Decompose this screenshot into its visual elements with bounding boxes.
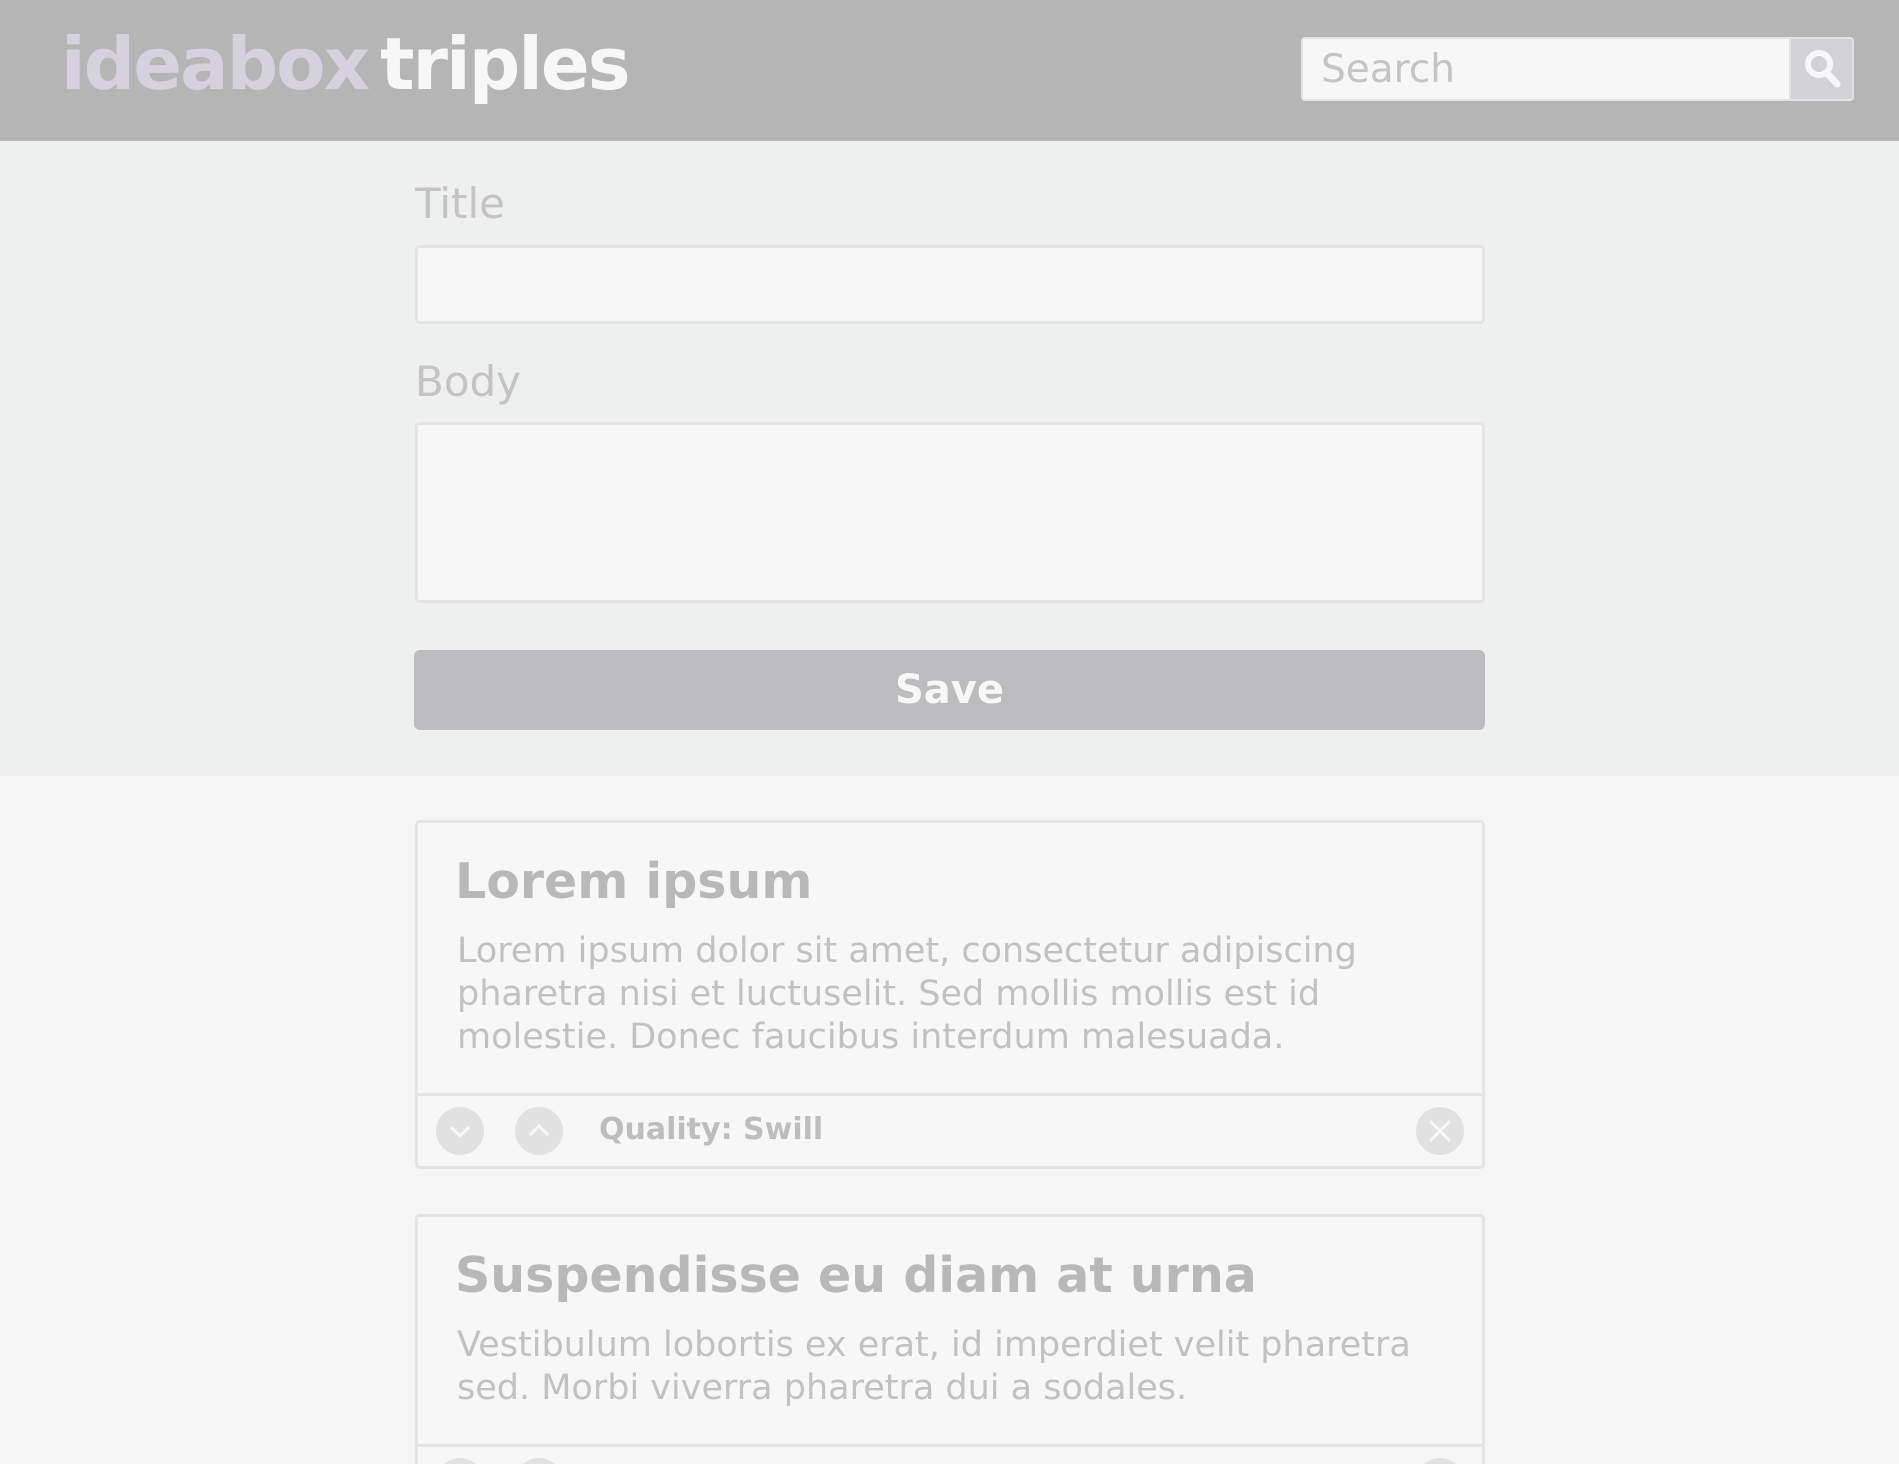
title-input[interactable] (415, 245, 1485, 324)
idea-body[interactable]: Lorem ipsum dolor sit amet, consectetur … (457, 930, 1467, 1059)
close-icon (1428, 1119, 1452, 1143)
search-icon (1805, 50, 1841, 88)
app-header: ideabox triples (0, 0, 1899, 141)
body-textarea[interactable] (415, 422, 1485, 603)
upvote-button[interactable] (515, 1107, 563, 1155)
chevron-up-icon (528, 1123, 550, 1137)
save-button[interactable]: Save (414, 650, 1485, 730)
upvote-button[interactable] (515, 1458, 563, 1464)
downvote-button[interactable] (436, 1458, 484, 1464)
search-box (1301, 37, 1854, 101)
logo-ideabox: ideabox (61, 22, 370, 106)
chevron-up-icon (515, 1458, 563, 1464)
idea-footer: Quality: Swill (418, 1093, 1482, 1166)
delete-button[interactable] (1416, 1107, 1464, 1155)
idea-title[interactable]: Lorem ipsum (455, 853, 812, 910)
idea-form: Title Body Save (0, 141, 1899, 776)
quality-label: Quality: Swill (599, 1112, 824, 1147)
delete-button[interactable] (1416, 1458, 1464, 1464)
idea-footer (418, 1444, 1482, 1464)
idea-card: Suspendisse eu diam at urna Vestibulum l… (415, 1214, 1485, 1464)
search-button[interactable] (1789, 39, 1852, 99)
chevron-down-icon (449, 1125, 471, 1139)
idea-title[interactable]: Suspendisse eu diam at urna (455, 1247, 1257, 1304)
idea-card: Lorem ipsum Lorem ipsum dolor sit amet, … (415, 820, 1485, 1169)
idea-body[interactable]: Vestibulum lobortis ex erat, id imperdie… (457, 1324, 1467, 1410)
chevron-down-icon (436, 1458, 484, 1464)
search-input[interactable] (1303, 39, 1789, 99)
logo-triples: triples (380, 22, 631, 106)
body-label: Body (415, 357, 522, 406)
title-label: Title (415, 179, 506, 228)
app-logo: ideabox triples (61, 22, 631, 106)
close-icon (1416, 1458, 1464, 1464)
downvote-button[interactable] (436, 1107, 484, 1155)
